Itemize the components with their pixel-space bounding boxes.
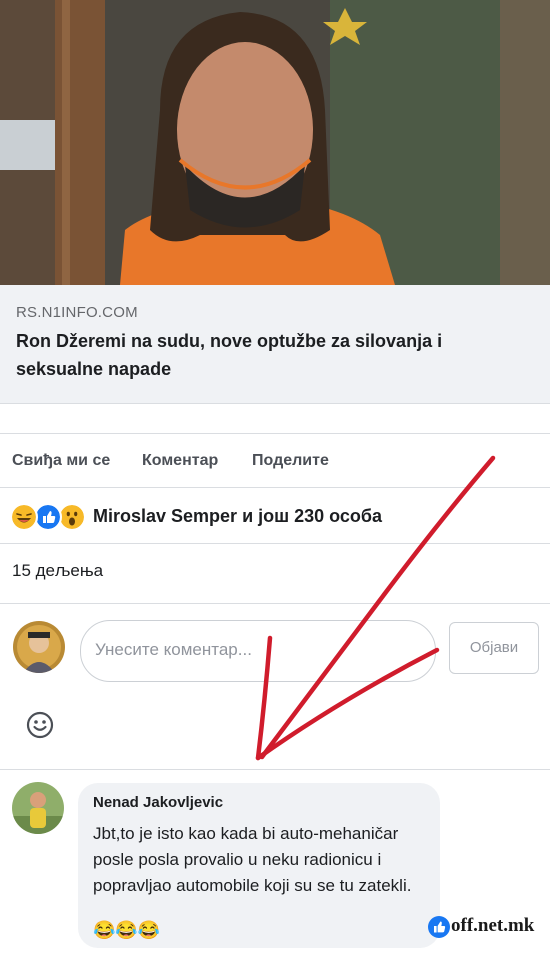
avatar[interactable] <box>13 621 65 673</box>
comment-button[interactable]: Коментар <box>142 452 218 470</box>
watermark-text: off.net.mk <box>451 915 535 936</box>
comment-author[interactable]: Nenad Jakovljevic <box>93 794 223 811</box>
courtroom-photo-illustration <box>0 0 550 285</box>
commenter-avatar[interactable] <box>12 782 64 834</box>
comment-text: Jbt,to je isto kao kada bi auto-mehaniča… <box>93 824 412 895</box>
shares-count[interactable]: 15 дељења <box>12 561 103 581</box>
link-preview[interactable]: RS.N1INFO.COM Ron Džeremi na sudu, nove … <box>0 285 550 404</box>
divider <box>0 769 550 770</box>
post-comment-button[interactable]: Објави <box>449 622 539 674</box>
divider <box>0 603 550 604</box>
link-domain: RS.N1INFO.COM <box>16 304 138 321</box>
comment-input-placeholder: Унесите коментар... <box>95 640 252 659</box>
divider <box>0 543 550 544</box>
commenter-avatar-image <box>12 782 64 834</box>
reactions-summary[interactable]: Miroslav Semper и још 230 особа <box>10 501 540 531</box>
link-headline[interactable]: Ron Džeremi na sudu, nove optužbe za sil… <box>16 327 526 383</box>
comment-input[interactable]: Унесите коментар... <box>80 620 436 682</box>
article-photo[interactable] <box>0 0 550 285</box>
action-bar: Свиђа ми се Коментар Поделите <box>0 448 550 478</box>
wow-reaction-icon <box>58 503 86 531</box>
profile-avatar-image <box>13 621 65 673</box>
like-thumb-icon <box>428 916 450 938</box>
divider <box>0 433 550 434</box>
like-button[interactable]: Свиђа ми се <box>12 452 110 470</box>
post-comment-label: Објави <box>469 639 519 656</box>
laugh-reaction-icon <box>10 503 38 531</box>
reactions-text[interactable]: Miroslav Semper и још 230 особа <box>93 506 382 527</box>
share-button[interactable]: Поделите <box>252 452 329 470</box>
watermark: off.net.mk <box>428 911 538 941</box>
comment-bubble: Nenad Jakovljevic Jbt,to je isto kao kad… <box>78 783 440 948</box>
comment-emoji: 😂😂😂 <box>93 920 161 940</box>
like-reaction-icon <box>34 503 62 531</box>
divider <box>0 487 550 488</box>
emoji-picker-icon[interactable] <box>26 711 54 739</box>
